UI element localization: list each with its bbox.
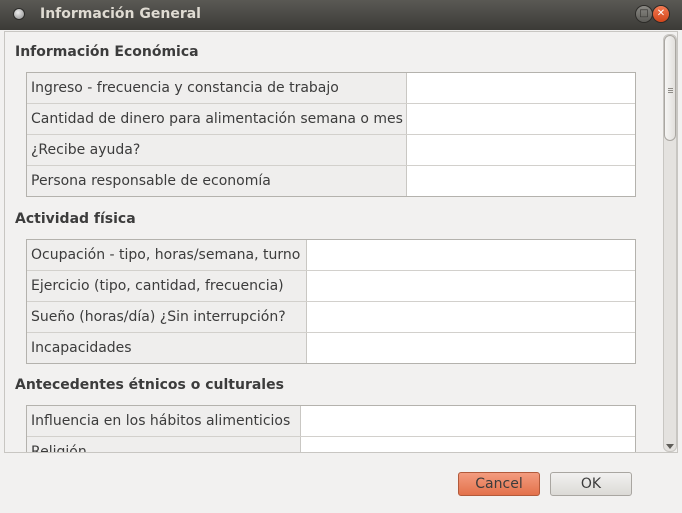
value-field[interactable] [407,166,635,196]
row-label: Ingreso - frecuencia y constancia de tra… [27,73,407,103]
table-row: Cantidad de dinero para alimentación sem… [27,104,635,135]
row-label: Sueño (horas/día) ¿Sin interrupción? [27,302,307,332]
scroll-content: Información Económica Ingreso - frecuenc… [4,31,678,453]
grip-icon [668,88,673,89]
table-row: ¿Recibe ayuda? [27,135,635,166]
section-title-antecedentes: Antecedentes étnicos o culturales [15,377,284,393]
row-label: Incapacidades [27,333,307,363]
value-field[interactable] [307,240,635,270]
dialog-window: Información General □ ✕ Información Econ… [0,0,682,513]
table-actividad: Ocupación - tipo, horas/semana, turno Ej… [26,239,636,364]
value-field[interactable] [307,302,635,332]
table-row: Influencia en los hábitos alimenticios [27,406,635,437]
value-field[interactable] [407,104,635,134]
table-row: Ocupación - tipo, horas/semana, turno [27,240,635,271]
row-label: Persona responsable de economía [27,166,407,196]
title-bar[interactable]: Información General □ ✕ [0,0,682,30]
value-field[interactable] [301,406,635,436]
value-field[interactable] [407,135,635,165]
table-row: Sueño (horas/día) ¿Sin interrupción? [27,302,635,333]
row-label: Cantidad de dinero para alimentación sem… [27,104,407,134]
table-antecedentes: Influencia en los hábitos alimenticios R… [26,405,636,452]
value-field[interactable] [407,73,635,103]
section-title-actividad: Actividad física [15,211,136,227]
window-title: Información General [40,6,201,22]
table-row: Persona responsable de economía [27,166,635,196]
value-field[interactable] [307,333,635,363]
value-field[interactable] [301,437,635,452]
table-row: Ingreso - frecuencia y constancia de tra… [27,73,635,104]
ok-button[interactable]: OK [550,472,632,496]
row-label: ¿Recibe ayuda? [27,135,407,165]
row-label: Ejercicio (tipo, cantidad, frecuencia) [27,271,307,301]
table-row: Religión [27,437,635,452]
section-title-economica: Información Económica [15,44,199,60]
value-field[interactable] [307,271,635,301]
row-label: Religión [27,437,301,452]
vertical-scrollbar[interactable] [663,34,677,452]
table-row: Incapacidades [27,333,635,363]
cancel-button[interactable]: Cancel [458,472,540,496]
scrollbar-thumb[interactable] [664,35,676,141]
row-label: Ocupación - tipo, horas/semana, turno [27,240,307,270]
table-row: Ejercicio (tipo, cantidad, frecuencia) [27,271,635,302]
row-label: Influencia en los hábitos alimenticios [27,406,301,436]
maximize-icon[interactable]: □ [636,6,652,22]
scroll-down-icon[interactable] [666,444,674,449]
close-icon[interactable]: ✕ [653,6,669,22]
table-economica: Ingreso - frecuencia y constancia de tra… [26,72,636,197]
window-menu-icon[interactable] [14,9,24,19]
